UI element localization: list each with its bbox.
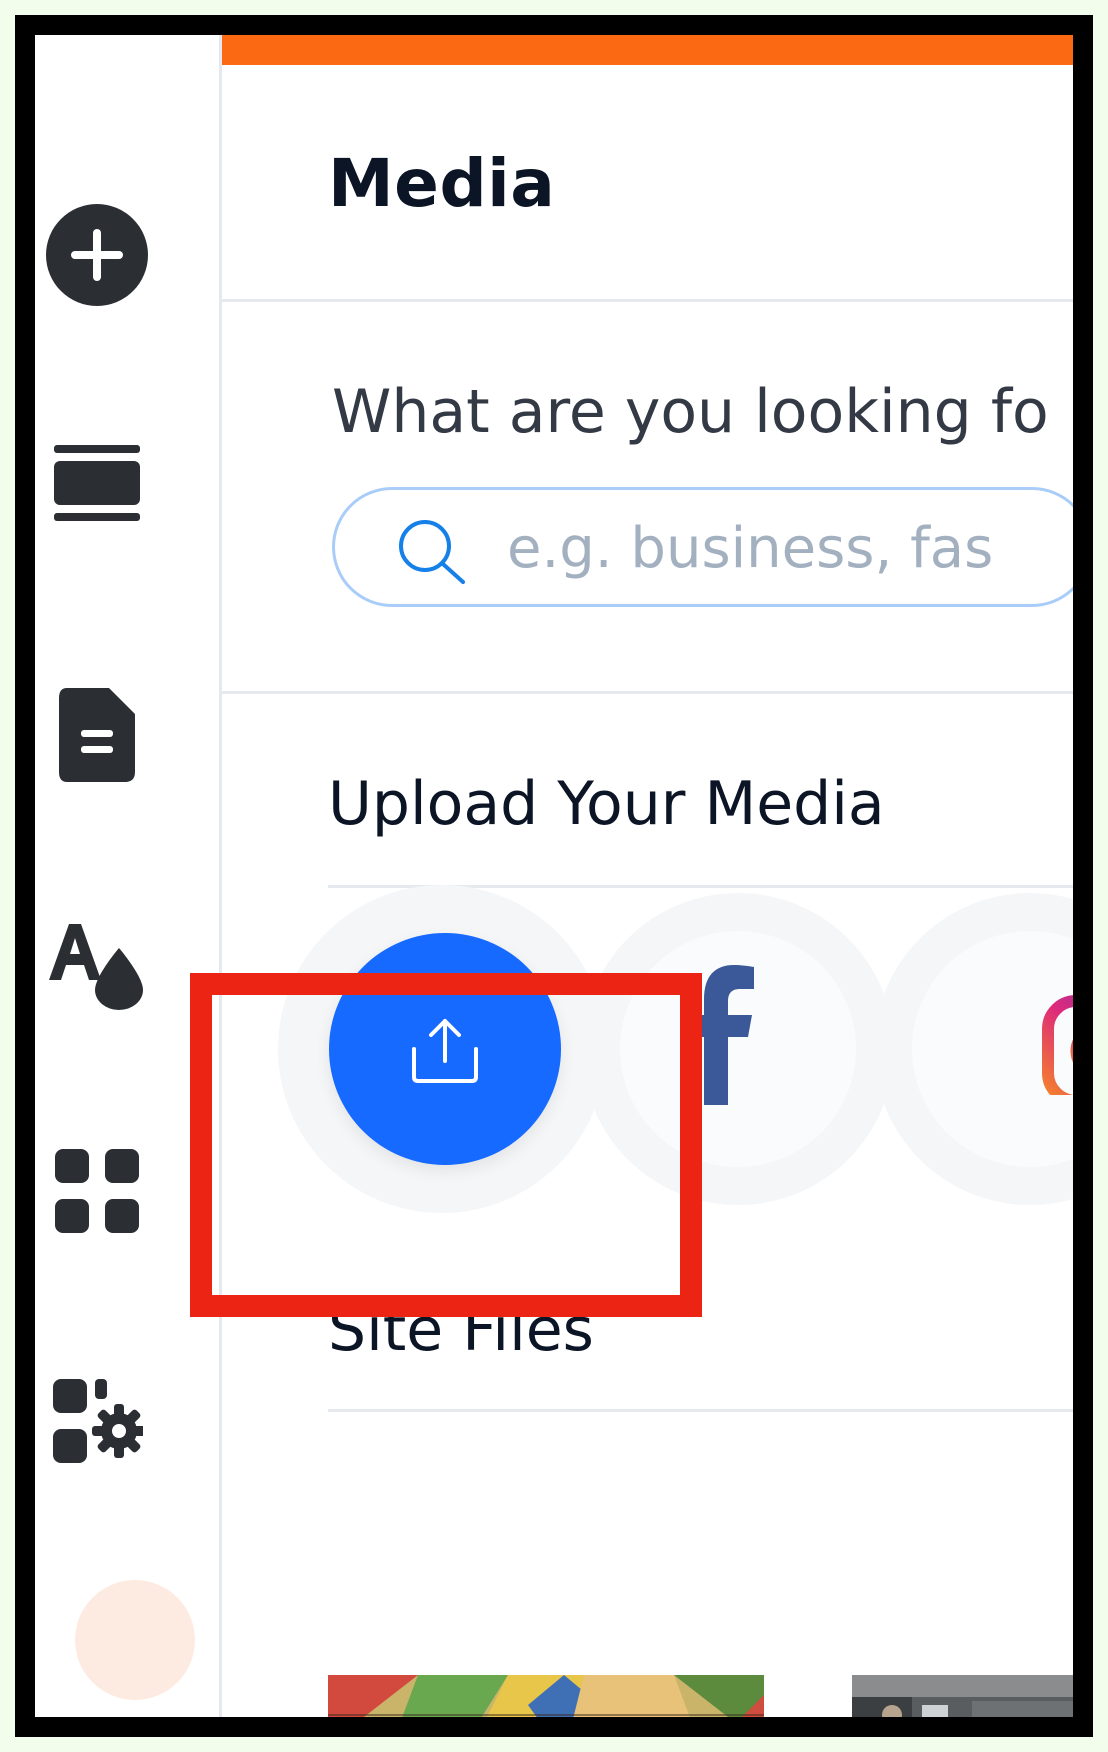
search-box[interactable] (332, 487, 1073, 607)
panel-accent-bar (222, 35, 1073, 65)
user-avatar-partial[interactable] (75, 1580, 195, 1700)
site-files-title: Site Files (328, 1295, 594, 1365)
search-prompt: What are you looking fo (332, 377, 1049, 447)
app-settings-icon (53, 1379, 143, 1463)
site-file-thumbnail[interactable] (328, 1675, 764, 1717)
sections-button[interactable] (43, 429, 151, 537)
add-icon (46, 204, 148, 306)
media-panel: Media What are you looking fo Upload You… (222, 35, 1073, 1717)
instagram-icon (1042, 995, 1073, 1095)
search-input[interactable] (505, 512, 1069, 584)
upload-section-title: Upload Your Media (328, 769, 885, 839)
editor-screen: Media What are you looking fo Upload You… (35, 35, 1073, 1717)
left-toolbar (35, 35, 222, 1717)
screenshot-frame: Media What are you looking fo Upload You… (15, 15, 1093, 1737)
site-file-thumbnail[interactable] (852, 1675, 1073, 1717)
title-divider (222, 299, 1073, 302)
facebook-icon (686, 965, 754, 1105)
upload-media-button[interactable] (329, 933, 561, 1165)
panel-title: Media (328, 145, 556, 222)
site-files-divider (328, 1409, 1073, 1412)
apps-button[interactable] (43, 1137, 151, 1245)
stained-glass-image (328, 1675, 764, 1717)
sections-icon (54, 445, 140, 521)
theme-icon (49, 924, 143, 1010)
apps-icon (55, 1149, 139, 1233)
photo-image (852, 1675, 1073, 1717)
theme-button[interactable] (43, 911, 151, 1019)
search-divider (222, 691, 1073, 694)
pages-icon (59, 688, 135, 782)
upload-icon (412, 1019, 478, 1083)
search-icon (399, 520, 465, 584)
pages-button[interactable] (43, 681, 151, 789)
app-settings-button[interactable] (43, 1369, 151, 1477)
add-elements-button[interactable] (43, 201, 151, 309)
